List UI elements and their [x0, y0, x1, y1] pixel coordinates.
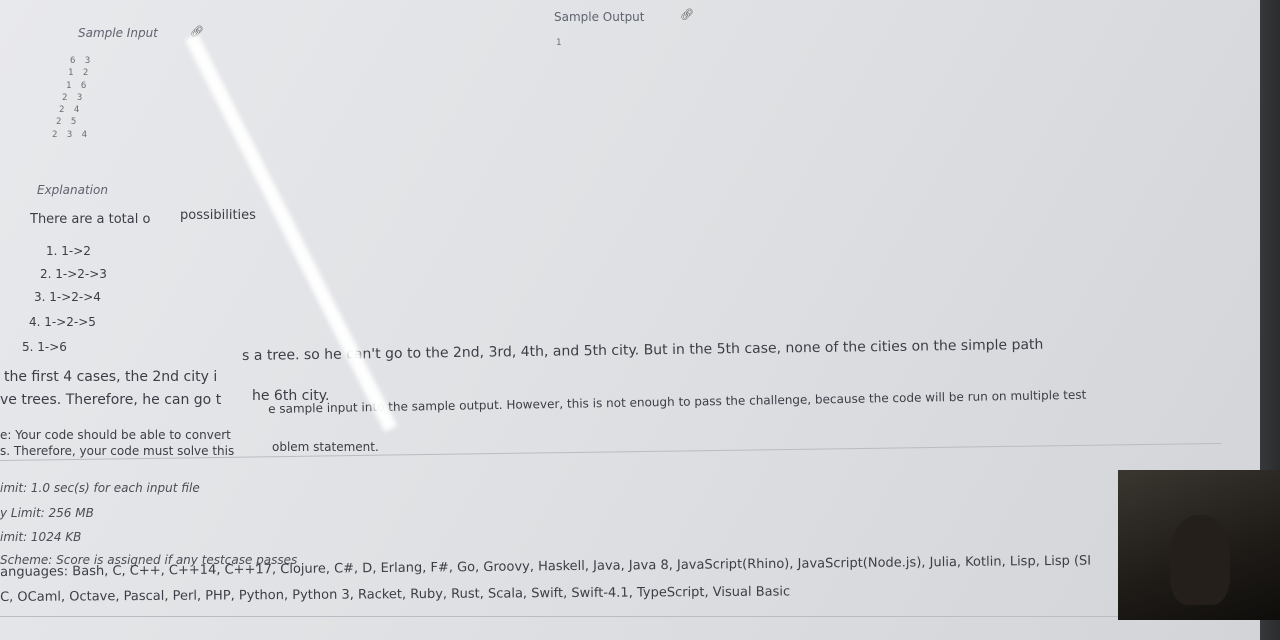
sample-input-line: 2 5 [56, 117, 79, 127]
problem-page: Sample Input 🔗︎ Sample Output 🔗︎ 1 6 3 1… [0, 0, 1260, 640]
time-limit: imit: 1.0 sec(s) for each input file [0, 481, 200, 495]
sample-input-line: 2 3 4 [52, 130, 90, 140]
divider [0, 616, 1260, 617]
note-text: e: Your code should be able to convert [0, 428, 231, 442]
sample-input-line: 1 6 [66, 81, 89, 91]
link-icon[interactable]: 🔗︎ [680, 8, 694, 21]
sample-input-line: 2 4 [59, 105, 82, 115]
list-item: 1. 1->2 [46, 244, 91, 258]
explanation-paragraph: ve trees. Therefore, he can go t [0, 392, 222, 408]
explanation-intro: There are a total o [30, 212, 151, 227]
explanation-paragraph: the first 4 cases, the 2nd city i [4, 369, 218, 385]
list-item: 5. 1->6 [22, 340, 67, 354]
sample-input-line: 1 2 [68, 68, 91, 78]
list-item: 2. 1->2->3 [40, 267, 107, 281]
note-text-tail: e sample input into the sample output. H… [268, 387, 1087, 416]
source-limit: imit: 1024 KB [0, 530, 82, 544]
explanation-heading: Explanation [37, 183, 108, 197]
memory-limit: y Limit: 256 MB [0, 506, 94, 520]
avatar [1170, 515, 1230, 605]
sample-output-label: Sample Output [554, 10, 645, 24]
sample-input-line: 2 3 [62, 93, 85, 103]
sample-output-value: 1 [556, 38, 562, 48]
explanation-intro-tail: possibilities [180, 208, 256, 223]
note-text-tail: oblem statement. [272, 440, 379, 454]
allowed-languages: C, OCaml, Octave, Pascal, Perl, PHP, Pyt… [0, 584, 791, 605]
list-item: 4. 1->2->5 [29, 315, 96, 329]
list-item: 3. 1->2->4 [34, 290, 101, 304]
note-text: s. Therefore, your code must solve this [0, 444, 235, 458]
sample-input-line: 6 3 [70, 56, 93, 66]
sample-input-label: Sample Input [78, 26, 158, 40]
